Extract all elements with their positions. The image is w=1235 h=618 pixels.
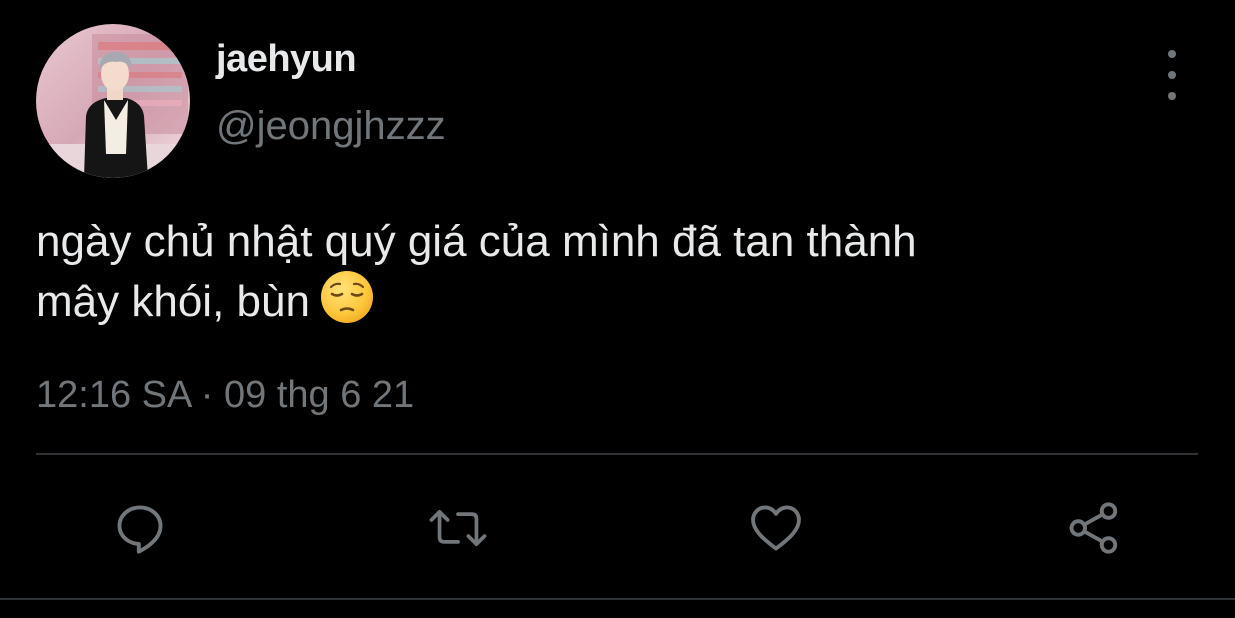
bottom-divider [0,598,1235,600]
like-button[interactable] [746,498,806,558]
pensive-face-emoji-icon [320,270,374,338]
more-options-icon-dot [1168,71,1176,79]
more-options-icon-dot [1168,92,1176,100]
user-handle[interactable]: @jeongjhzzz [216,104,446,149]
reply-icon [117,505,163,554]
reply-button[interactable] [110,498,170,558]
profile-photo-icon [36,24,190,178]
share-button[interactable] [1064,498,1124,558]
retweet-icon [429,510,487,546]
retweet-button[interactable] [428,498,488,558]
heart-icon [751,505,801,551]
tweet-timestamp[interactable]: 12:16 SA · 09 thg 6 21 [36,374,414,417]
more-options-icon-dot [1168,50,1176,58]
display-name[interactable]: jaehyun [216,38,357,81]
tweet-detail: jaehyun @jeongjhzzz ngày chủ nhật quý gi… [0,0,1235,618]
share-icon [1069,502,1118,554]
more-options-button[interactable] [1150,50,1194,100]
tweet-text-line: ngày chủ nhật quý giá của mình đã tan th… [36,217,917,266]
tweet-text: ngày chủ nhật quý giá của mình đã tan th… [36,214,1156,338]
tweet-text-line-2: mây khói, bùn [36,270,1156,338]
avatar[interactable] [36,24,190,178]
divider [36,453,1198,455]
tweet-text-line: mây khói, bùn [36,277,310,326]
